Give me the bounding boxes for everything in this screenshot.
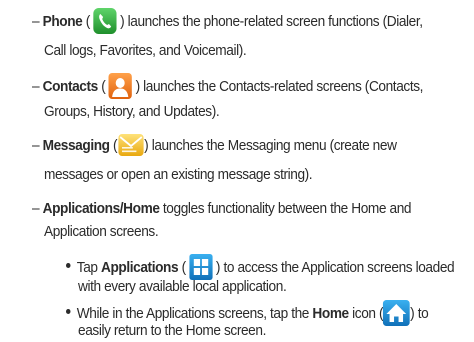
- item-term-phone: Phone: [42, 13, 83, 30]
- item-term-messaging: Messaging: [42, 137, 110, 154]
- list-dash: –: [32, 78, 40, 95]
- close-paren: ): [116, 13, 128, 30]
- list-item-applications-home: – Applications/Home toggles functionalit…: [32, 200, 412, 218]
- item-term-contacts: Contacts: [42, 78, 99, 95]
- home-icon: [383, 300, 411, 326]
- list-item-phone: – Phone ( ) launches the phone-related s…: [32, 8, 423, 34]
- list-dash: –: [32, 137, 40, 154]
- contacts-icon: [108, 73, 133, 99]
- item-desc-contacts: launches the Contacts-related screens (C…: [143, 78, 424, 95]
- list-item-messaging: – Messaging () launches the Messaging me…: [32, 132, 397, 158]
- sub-item-desc-home: to: [417, 305, 429, 322]
- list-item-contacts: – Contacts ( ) launches the Contacts-rel…: [32, 73, 423, 99]
- manual-page: – Phone ( ) launches the phone-related s…: [0, 0, 474, 342]
- applications-grid-icon: [189, 254, 213, 280]
- phone-icon: [93, 8, 117, 34]
- sub-item-applications: Tap Applications ( ) to access the Appli…: [66, 254, 455, 280]
- close-paren: ): [212, 259, 224, 276]
- open-paren: (: [97, 78, 109, 95]
- list-dash: –: [32, 200, 40, 217]
- list-item-messaging-cont: messages or open an existing message str…: [44, 166, 313, 183]
- sub-item-term-applications: Applications: [101, 259, 179, 276]
- sub-item-applications-cont: with every available local application.: [78, 278, 287, 295]
- sub-item-lead: Tap: [76, 259, 102, 276]
- sub-item-text-before-icon: icon (: [348, 305, 384, 322]
- bullet-icon: [66, 263, 71, 268]
- list-item-applications-home-cont: Application screens.: [44, 223, 159, 240]
- item-desc-applications-home: toggles functionality between the Home a…: [159, 200, 412, 217]
- item-desc-phone: launches the phone-related screen functi…: [127, 13, 423, 30]
- open-paren: (: [178, 259, 190, 276]
- sub-item-desc-applications: to access the Application screens loaded: [223, 259, 455, 276]
- bullet-icon: [66, 309, 71, 314]
- open-paren: (: [82, 13, 94, 30]
- list-dash: –: [32, 13, 40, 30]
- close-paren: ): [410, 305, 418, 322]
- messaging-icon: [117, 132, 144, 158]
- item-term-applications-home: Applications/Home: [42, 200, 160, 217]
- close-paren: ): [144, 137, 152, 154]
- sub-item-lead: While in the Applications screens, tap t…: [76, 305, 313, 322]
- list-item-contacts-cont: Groups, History, and Updates).: [44, 103, 220, 120]
- open-paren: (: [109, 137, 118, 154]
- item-desc-messaging: launches the Messaging menu (create new: [151, 137, 397, 154]
- sub-item-term-home: Home: [312, 305, 349, 322]
- list-item-phone-cont: Call logs, Favorites, and Voicemail).: [44, 42, 247, 59]
- close-paren: ): [132, 78, 144, 95]
- sub-item-home-cont: easily return to the Home screen.: [78, 322, 266, 339]
